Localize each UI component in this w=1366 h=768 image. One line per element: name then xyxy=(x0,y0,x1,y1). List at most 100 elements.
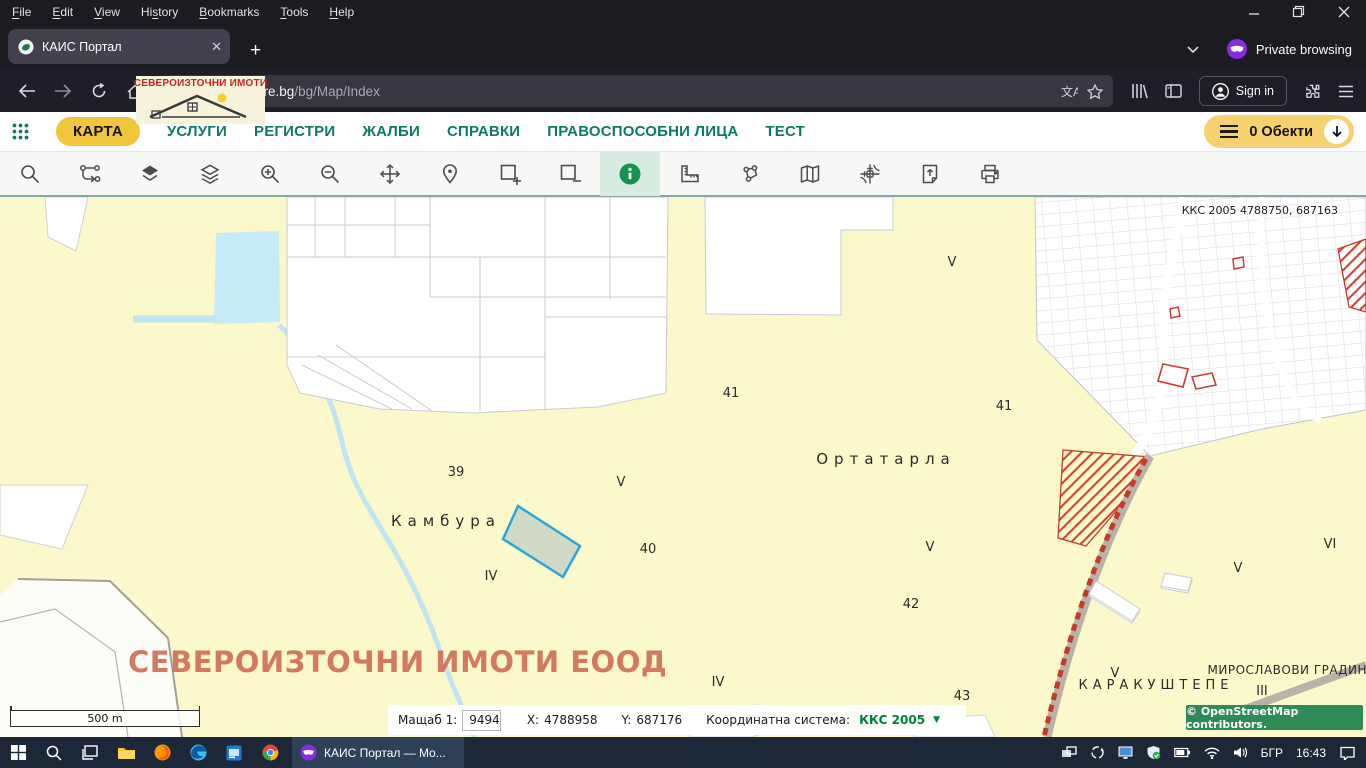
browser-tab[interactable]: КАИС Портал ✕ xyxy=(8,29,230,64)
company-logo-text: СЕВЕРОИЗТОЧНИ ИМОТИ xyxy=(134,78,267,89)
window-controls xyxy=(1231,0,1366,23)
zoom-out-tool[interactable] xyxy=(300,151,360,196)
new-tab-button[interactable]: + xyxy=(242,40,269,64)
menu-edit[interactable]: Edit xyxy=(52,5,73,19)
security-shield-icon[interactable] xyxy=(1146,745,1161,760)
y-label: Y: xyxy=(622,713,632,727)
nav-item-правоспособни-лица[interactable]: ПРАВОСПОСОБНИ ЛИЦА xyxy=(547,123,738,140)
nav-item-тест[interactable]: ТЕСТ xyxy=(765,123,805,140)
active-task-title: КАИС Портал — Mo... xyxy=(324,746,446,760)
crs-label: Координатна система: xyxy=(706,713,850,727)
select-add-tool[interactable] xyxy=(480,151,540,196)
list-tabs-chevron-icon[interactable] xyxy=(1186,45,1200,54)
wifi-icon[interactable] xyxy=(1204,747,1220,759)
display-icon[interactable] xyxy=(1118,746,1133,759)
chrome-icon[interactable] xyxy=(252,737,288,768)
reload-button[interactable] xyxy=(84,76,114,106)
app-menu-icon[interactable] xyxy=(1338,85,1354,98)
zoom-in-tool[interactable] xyxy=(240,151,300,196)
url-bar[interactable]: kais.cadastre.bg/bg/Map/Index 文A xyxy=(164,75,1113,107)
crs-select[interactable]: ККС 2005 xyxy=(859,713,925,727)
coordinates-tool[interactable] xyxy=(840,151,900,196)
task-view-button[interactable] xyxy=(72,737,108,768)
scale-bar: 500 m xyxy=(10,710,200,727)
minimize-button[interactable] xyxy=(1231,0,1276,23)
language-indicator[interactable]: БГР xyxy=(1261,746,1283,760)
private-browsing-badge: Private browsing xyxy=(1226,38,1352,60)
menu-history[interactable]: History xyxy=(141,5,178,19)
bookmark-star-icon[interactable] xyxy=(1087,84,1103,99)
layers-filled-tool[interactable] xyxy=(120,151,180,196)
close-window-button[interactable] xyxy=(1321,0,1366,23)
map-toolbar xyxy=(0,152,1366,197)
menu-tools[interactable]: Tools xyxy=(280,5,308,19)
menu-view[interactable]: View xyxy=(94,5,120,19)
menu-file[interactable]: File xyxy=(12,5,31,19)
menu-help[interactable]: Help xyxy=(329,5,354,19)
account-icon xyxy=(1212,83,1229,100)
print-tool[interactable] xyxy=(960,151,1020,196)
tab-close-icon[interactable]: ✕ xyxy=(211,39,222,55)
osm-attribution[interactable]: © OpenStreetMap contributors. xyxy=(1186,705,1363,730)
nav-item-услуги[interactable]: УСЛУГИ xyxy=(167,123,227,140)
select-remove-tool[interactable] xyxy=(540,151,600,196)
menu-bar: File Edit View History Bookmarks Tools Help xyxy=(0,0,1366,23)
clock[interactable]: 16:43 xyxy=(1296,746,1326,760)
firefox-icon[interactable] xyxy=(144,737,180,768)
extensions-puzzle-icon[interactable] xyxy=(1304,83,1321,100)
info-tool[interactable] xyxy=(600,151,660,196)
sign-in-button[interactable]: Sign in xyxy=(1199,76,1287,106)
battery-icon[interactable] xyxy=(1174,747,1191,758)
scale-bar-label: 500 m xyxy=(87,712,122,725)
sign-in-label: Sign in xyxy=(1236,84,1274,98)
start-button[interactable] xyxy=(0,737,36,768)
nav-item-регистри[interactable]: РЕГИСТРИ xyxy=(254,123,335,140)
action-center-icon[interactable] xyxy=(1339,746,1356,760)
url-text: kais.cadastre.bg/bg/Map/Index xyxy=(196,84,1052,99)
location-pin-tool[interactable] xyxy=(420,151,480,196)
private-browsing-label: Private browsing xyxy=(1256,42,1352,57)
maximize-button[interactable] xyxy=(1276,0,1321,23)
forward-button[interactable] xyxy=(48,76,78,106)
back-button[interactable] xyxy=(12,76,42,106)
sidebar-icon[interactable] xyxy=(1165,84,1182,98)
private-mask-icon xyxy=(1226,38,1248,60)
nav-item-жалби[interactable]: ЖАЛБИ xyxy=(362,123,420,140)
library-icon[interactable] xyxy=(1131,83,1148,99)
edge-icon[interactable] xyxy=(180,737,216,768)
browser-window: File Edit View History Bookmarks Tools Help КА… xyxy=(0,0,1366,768)
route-tool[interactable] xyxy=(60,151,120,196)
update-icon[interactable] xyxy=(1090,745,1105,760)
pan-tool[interactable] xyxy=(360,151,420,196)
export-tool[interactable] xyxy=(900,151,960,196)
windows-taskbar: КАИС Портал — Mo... БГР 16:43 xyxy=(0,737,1366,768)
search-tool[interactable] xyxy=(0,151,60,196)
active-task-button[interactable]: КАИС Портал — Mo... xyxy=(292,737,464,768)
translate-icon[interactable]: 文A xyxy=(1061,84,1078,99)
nav-item-справки[interactable]: СПРАВКИ xyxy=(447,123,520,140)
crs-dropdown-icon[interactable]: ▼ xyxy=(933,715,940,725)
map-sheet-tool[interactable] xyxy=(780,151,840,196)
file-explorer-icon[interactable] xyxy=(108,737,144,768)
layers-outline-tool[interactable] xyxy=(180,151,240,196)
apps-grid-icon[interactable] xyxy=(12,123,29,140)
watermark: СЕВЕРОИЗТОЧНИ ИМОТИ ЕООД xyxy=(128,645,667,679)
taskbar-search-button[interactable] xyxy=(36,737,72,768)
map-viewport[interactable]: 39V404141VV4243IVIVVIVVIIIОртатарлаКамбу… xyxy=(0,197,1366,737)
measure-area-tool[interactable] xyxy=(720,151,780,196)
scale-input[interactable]: 9494 xyxy=(462,710,501,731)
nav-item-карта[interactable]: КАРТА xyxy=(56,117,140,146)
app-icon-blue[interactable] xyxy=(216,737,252,768)
menu-bookmarks[interactable]: Bookmarks xyxy=(199,5,259,19)
tray-app-icon[interactable] xyxy=(1061,746,1077,759)
y-value: 687176 xyxy=(636,713,682,727)
scale-label: Мащаб 1: xyxy=(398,713,457,727)
measure-length-tool[interactable] xyxy=(660,151,720,196)
x-label: X: xyxy=(527,713,539,727)
objects-button[interactable]: 0 Обекти xyxy=(1204,115,1354,148)
menu-items: File Edit View History Bookmarks Tools Help xyxy=(12,5,354,19)
volume-icon[interactable] xyxy=(1233,746,1248,759)
tab-title: КАИС Портал xyxy=(42,40,203,54)
objects-menu-icon xyxy=(1220,125,1238,139)
private-window-task-icon xyxy=(300,744,317,761)
